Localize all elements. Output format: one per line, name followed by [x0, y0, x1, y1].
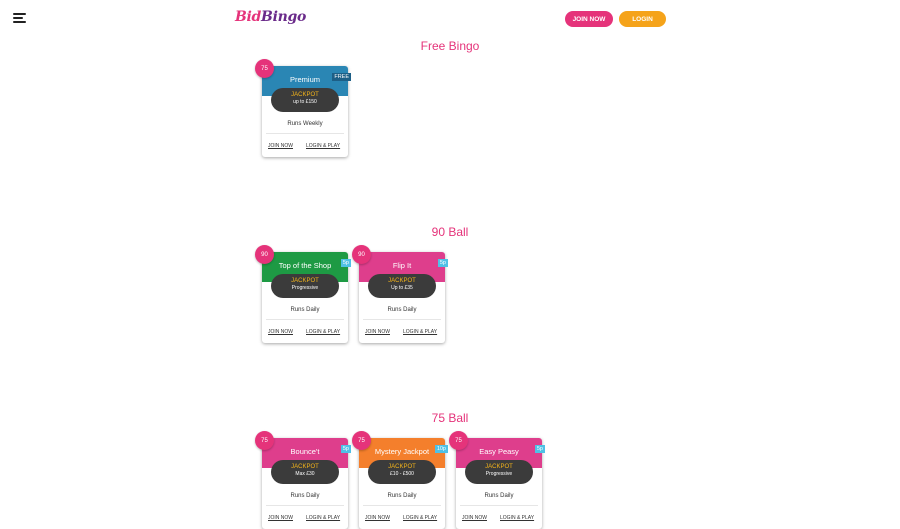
login-and-play-link[interactable]: LOGIN & PLAY — [403, 515, 437, 521]
price-tag: 5p — [340, 445, 351, 453]
card-divider — [363, 319, 441, 320]
game-name: Mystery Jackpot — [374, 447, 430, 456]
ball-count-badge: 75 — [255, 59, 274, 78]
logo-bid: Bid — [235, 9, 262, 25]
jackpot-pill: JACKPOT £10 - £500 — [368, 460, 436, 484]
ball-count-badge: 75 — [255, 431, 274, 450]
jackpot-value: Max £30 — [295, 471, 315, 477]
login-and-play-link[interactable]: LOGIN & PLAY — [306, 143, 340, 149]
schedule-text: Runs Daily — [290, 493, 320, 499]
login-and-play-link[interactable]: LOGIN & PLAY — [306, 515, 340, 521]
game-name: Bounce't — [290, 447, 320, 456]
site-header: BidBingo JOIN NOW LOGIN — [0, 0, 900, 38]
login-and-play-link[interactable]: LOGIN & PLAY — [403, 329, 437, 335]
jackpot-value: up to £150 — [293, 99, 317, 105]
jackpot-label: JACKPOT — [388, 278, 416, 284]
jackpot-pill: JACKPOT Max £30 — [271, 460, 339, 484]
jackpot-value: £10 - £500 — [390, 471, 414, 477]
ball-count-badge: 75 — [449, 431, 468, 450]
join-now-link[interactable]: JOIN NOW — [365, 515, 390, 521]
game-name: Flip It — [392, 261, 412, 270]
jackpot-value: Progressive — [291, 285, 319, 291]
game-card-premium[interactable]: Premium FREE 75 JACKPOT up to £150 Runs … — [255, 59, 351, 157]
ball-count-badge: 90 — [255, 245, 274, 264]
section-title-75-ball: 75 Ball — [431, 411, 469, 425]
login-and-play-link[interactable]: LOGIN & PLAY — [500, 515, 534, 521]
join-now-link[interactable]: JOIN NOW — [462, 515, 487, 521]
jackpot-pill: JACKPOT Progressive — [465, 460, 533, 484]
jackpot-label: JACKPOT — [485, 464, 513, 470]
game-name: Top of the Shop — [278, 261, 332, 270]
jackpot-pill: JACKPOT Up to £35 — [368, 274, 436, 298]
schedule-text: Runs Weekly — [287, 121, 323, 127]
schedule-text: Runs Daily — [484, 493, 514, 499]
jackpot-label: JACKPOT — [291, 278, 319, 284]
price-tag: 5p — [437, 259, 448, 267]
join-now-button[interactable]: JOIN NOW — [565, 11, 613, 27]
jackpot-label: JACKPOT — [291, 464, 319, 470]
ball-count-badge: 90 — [352, 245, 371, 264]
schedule-text: Runs Daily — [387, 307, 417, 313]
login-and-play-link[interactable]: LOGIN & PLAY — [306, 329, 340, 335]
price-tag: 5p — [340, 259, 351, 267]
ball-count-badge: 75 — [352, 431, 371, 450]
price-tag: FREE — [332, 73, 351, 81]
jackpot-value: Progressive — [485, 471, 513, 477]
jackpot-pill: JACKPOT up to £150 — [271, 88, 339, 112]
section-title-90-ball: 90 Ball — [431, 225, 469, 239]
join-now-link[interactable]: JOIN NOW — [365, 329, 390, 335]
game-card-mystery-jackpot[interactable]: Mystery Jackpot 10p 75 JACKPOT £10 - £50… — [352, 431, 448, 529]
card-divider — [266, 319, 344, 320]
bidbingo-logo[interactable]: BidBingo — [235, 9, 306, 25]
section-title-free-bingo: Free Bingo — [420, 39, 480, 53]
game-name: Easy Peasy — [479, 447, 519, 456]
join-now-link[interactable]: JOIN NOW — [268, 329, 293, 335]
hamburger-menu-icon[interactable] — [13, 13, 26, 23]
jackpot-label: JACKPOT — [291, 92, 319, 98]
price-tag: 5p — [534, 445, 545, 453]
logo-bingo: Bingo — [261, 9, 307, 25]
game-card-flip-it[interactable]: Flip It 5p 90 JACKPOT Up to £35 Runs Dai… — [352, 245, 448, 343]
card-divider — [266, 133, 344, 134]
schedule-text: Runs Daily — [290, 307, 320, 313]
login-button[interactable]: LOGIN — [619, 11, 666, 27]
price-tag: 10p — [434, 445, 448, 453]
game-card-easy-peasy[interactable]: Easy Peasy 5p 75 JACKPOT Progressive Run… — [449, 431, 545, 529]
game-card-bouncet[interactable]: Bounce't 5p 75 JACKPOT Max £30 Runs Dail… — [255, 431, 351, 529]
jackpot-label: JACKPOT — [388, 464, 416, 470]
jackpot-value: Up to £35 — [391, 285, 413, 291]
game-card-top-of-the-shop[interactable]: Top of the Shop 5p 90 JACKPOT Progressiv… — [255, 245, 351, 343]
jackpot-pill: JACKPOT Progressive — [271, 274, 339, 298]
schedule-text: Runs Daily — [387, 493, 417, 499]
join-now-link[interactable]: JOIN NOW — [268, 515, 293, 521]
join-now-link[interactable]: JOIN NOW — [268, 143, 293, 149]
